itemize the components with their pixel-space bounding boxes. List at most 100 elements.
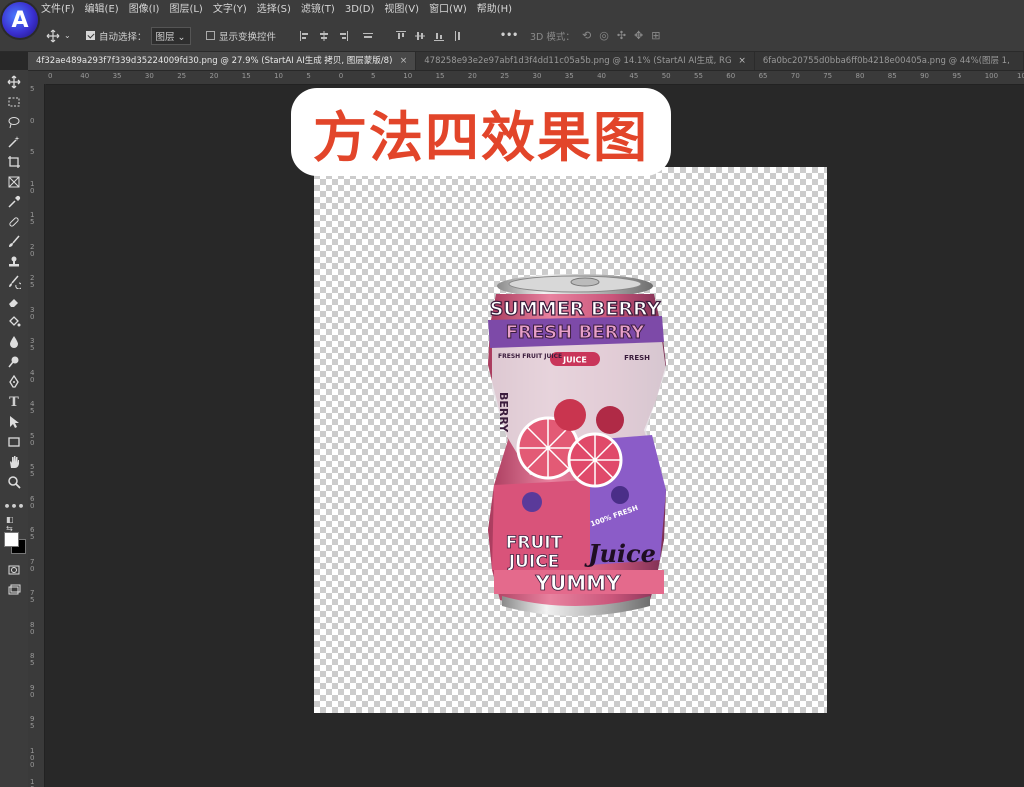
ruler-tick-label: 4 0 bbox=[30, 368, 35, 384]
ruler-tick-label: 7 5 bbox=[30, 589, 35, 604]
document-tab[interactable]: 478258e93e2e97abf1d3f4dd11c05a5b.png @ 1… bbox=[416, 52, 754, 70]
path-selection-icon[interactable] bbox=[6, 414, 22, 430]
menu-item[interactable]: 图像(I) bbox=[124, 0, 165, 20]
auto-select-control[interactable]: 自动选择： 图层 ⌄ bbox=[86, 20, 191, 51]
foreground-color-swatch[interactable] bbox=[4, 532, 19, 547]
3d-pan-icon[interactable]: ✣ bbox=[617, 29, 626, 42]
more-tools-icon[interactable]: ••• bbox=[3, 498, 24, 514]
close-tab-icon[interactable]: × bbox=[738, 52, 746, 70]
magic-wand-icon[interactable] bbox=[6, 134, 22, 150]
ruler-tick-label: 30 bbox=[144, 72, 154, 80]
3d-roll-icon[interactable]: ◎ bbox=[599, 29, 609, 42]
can-small-left: FRESH FRUIT JUICE bbox=[498, 353, 562, 360]
auto-select-dropdown[interactable]: 图层 ⌄ bbox=[150, 26, 191, 45]
show-transform-control[interactable]: 显示变换控件 bbox=[206, 20, 276, 51]
distribute-vertical-icon[interactable] bbox=[453, 30, 463, 41]
history-brush-icon[interactable] bbox=[6, 274, 22, 290]
menu-item[interactable]: 帮助(H) bbox=[472, 0, 517, 20]
stamp-tool-icon[interactable] bbox=[6, 254, 22, 270]
show-transform-label: 显示变换控件 bbox=[219, 31, 277, 43]
distribute-icon[interactable] bbox=[363, 31, 373, 41]
menu-item[interactable]: 滤镜(T) bbox=[296, 0, 340, 20]
rectangle-tool-icon[interactable] bbox=[6, 434, 22, 450]
type-tool-icon[interactable]: T bbox=[6, 394, 22, 410]
3d-scale-icon[interactable]: ⊞ bbox=[651, 29, 660, 42]
align-bottom-icon[interactable] bbox=[434, 31, 444, 41]
can-title-line2: FRESH BERRY bbox=[506, 322, 645, 343]
screen-mode-icon[interactable] bbox=[6, 582, 22, 598]
headline-text: 方法四效果图 bbox=[313, 105, 649, 169]
menu-item[interactable]: 编辑(E) bbox=[80, 0, 124, 20]
align-top-icon[interactable] bbox=[396, 30, 406, 41]
hand-tool-icon[interactable] bbox=[6, 454, 22, 470]
can-fruit-word: FRUIT bbox=[506, 533, 563, 553]
tools-panel: T ••• ◧ ⇆ bbox=[0, 70, 29, 787]
ruler-tick-label: 20 bbox=[467, 72, 477, 80]
ruler-tick-label: 70 bbox=[790, 72, 800, 80]
move-tool-icon[interactable]: ⌄ bbox=[46, 20, 71, 51]
pen-tool-icon[interactable] bbox=[6, 374, 22, 390]
can-script-word: Juice bbox=[584, 539, 656, 568]
align-buttons bbox=[300, 20, 463, 51]
ruler-tick-label: 1 5 bbox=[30, 211, 35, 226]
ruler-tick-label: 1 0 5 bbox=[30, 778, 35, 787]
can-bottom-word: YUMMY bbox=[534, 571, 621, 595]
app-logo-icon[interactable]: A bbox=[2, 2, 38, 38]
menu-item[interactable]: 图层(L) bbox=[164, 0, 207, 20]
healing-brush-icon[interactable] bbox=[6, 214, 22, 230]
align-middle-icon[interactable] bbox=[415, 31, 425, 41]
auto-select-checkbox[interactable] bbox=[86, 31, 95, 40]
dodge-tool-icon[interactable] bbox=[6, 354, 22, 370]
align-center-icon[interactable] bbox=[319, 30, 329, 41]
ruler-tick-label: 25 bbox=[177, 72, 187, 80]
document-tabs: 4f32ae489a293f7f339d35224009fd30.png @ 2… bbox=[28, 52, 1024, 70]
ruler-tick-label: 5 5 bbox=[30, 463, 35, 478]
blur-tool-icon[interactable] bbox=[6, 334, 22, 350]
3d-rotate-icon[interactable]: ⟲ bbox=[582, 29, 591, 42]
align-left-icon[interactable] bbox=[300, 30, 310, 41]
3d-slide-icon[interactable]: ✥ bbox=[634, 29, 643, 42]
ruler-tick-label: 40 bbox=[597, 72, 607, 80]
ruler-tick-label: 35 bbox=[112, 72, 122, 80]
menu-item[interactable]: 3D(D) bbox=[340, 0, 380, 20]
ruler-tick-label: 105 bbox=[1017, 72, 1024, 80]
more-options-button[interactable]: ••• bbox=[500, 20, 518, 51]
swap-colors-icon[interactable]: ◧ ⇆ bbox=[6, 515, 22, 533]
document-tab[interactable]: 4f32ae489a293f7f339d35224009fd30.png @ 2… bbox=[28, 52, 416, 70]
ruler-tick-label: 35 bbox=[564, 72, 574, 80]
zoom-tool-icon[interactable] bbox=[6, 474, 22, 490]
ruler-tick-label: 3 0 bbox=[30, 305, 35, 321]
close-tab-icon[interactable]: × bbox=[400, 52, 408, 70]
ruler-tick-label: 7 0 bbox=[30, 557, 35, 573]
chevron-down-icon[interactable]: ⌄ bbox=[64, 31, 71, 40]
document-tab[interactable]: 6fa0bc20755d0bba6ff0b4218e00405a.png @ 4… bbox=[754, 52, 1023, 70]
ruler-tick-label: 6 5 bbox=[30, 526, 35, 541]
frame-tool-icon[interactable] bbox=[6, 174, 22, 190]
marquee-tool-icon[interactable] bbox=[6, 94, 22, 110]
eraser-tool-icon[interactable] bbox=[6, 294, 22, 310]
show-transform-checkbox[interactable] bbox=[206, 31, 215, 40]
ruler-tick-label: 15 bbox=[241, 72, 251, 80]
menu-item[interactable]: 选择(S) bbox=[252, 0, 296, 20]
ruler-tick-label: 0 bbox=[338, 72, 344, 80]
ruler-tick-label: 9 5 bbox=[30, 715, 35, 730]
menu-item[interactable]: 文件(F) bbox=[36, 0, 80, 20]
headline-banner: 方法四效果图 bbox=[291, 88, 671, 176]
move-tool-icon[interactable] bbox=[6, 74, 22, 90]
ruler-tick-label: 10 bbox=[274, 72, 284, 80]
eyedropper-icon[interactable] bbox=[6, 194, 22, 210]
menu-item[interactable]: 窗口(W) bbox=[424, 0, 472, 20]
menu-item[interactable]: 文字(Y) bbox=[208, 0, 252, 20]
lasso-tool-icon[interactable] bbox=[6, 114, 22, 130]
quick-mask-icon[interactable] bbox=[6, 562, 22, 578]
ruler-tick-label: 90 bbox=[920, 72, 930, 80]
ruler-tick-label: 75 bbox=[823, 72, 833, 80]
align-right-icon[interactable] bbox=[338, 30, 348, 41]
crop-tool-icon[interactable] bbox=[6, 154, 22, 170]
paint-bucket-icon[interactable] bbox=[6, 314, 22, 330]
tab-label: 478258e93e2e97abf1d3f4dd11c05a5b.png @ 1… bbox=[424, 56, 733, 66]
ruler-tick-label: 5 0 bbox=[30, 431, 35, 447]
brush-tool-icon[interactable] bbox=[6, 234, 22, 250]
menu-item[interactable]: 视图(V) bbox=[379, 0, 424, 20]
ruler-tick-label: 0 bbox=[30, 116, 35, 125]
